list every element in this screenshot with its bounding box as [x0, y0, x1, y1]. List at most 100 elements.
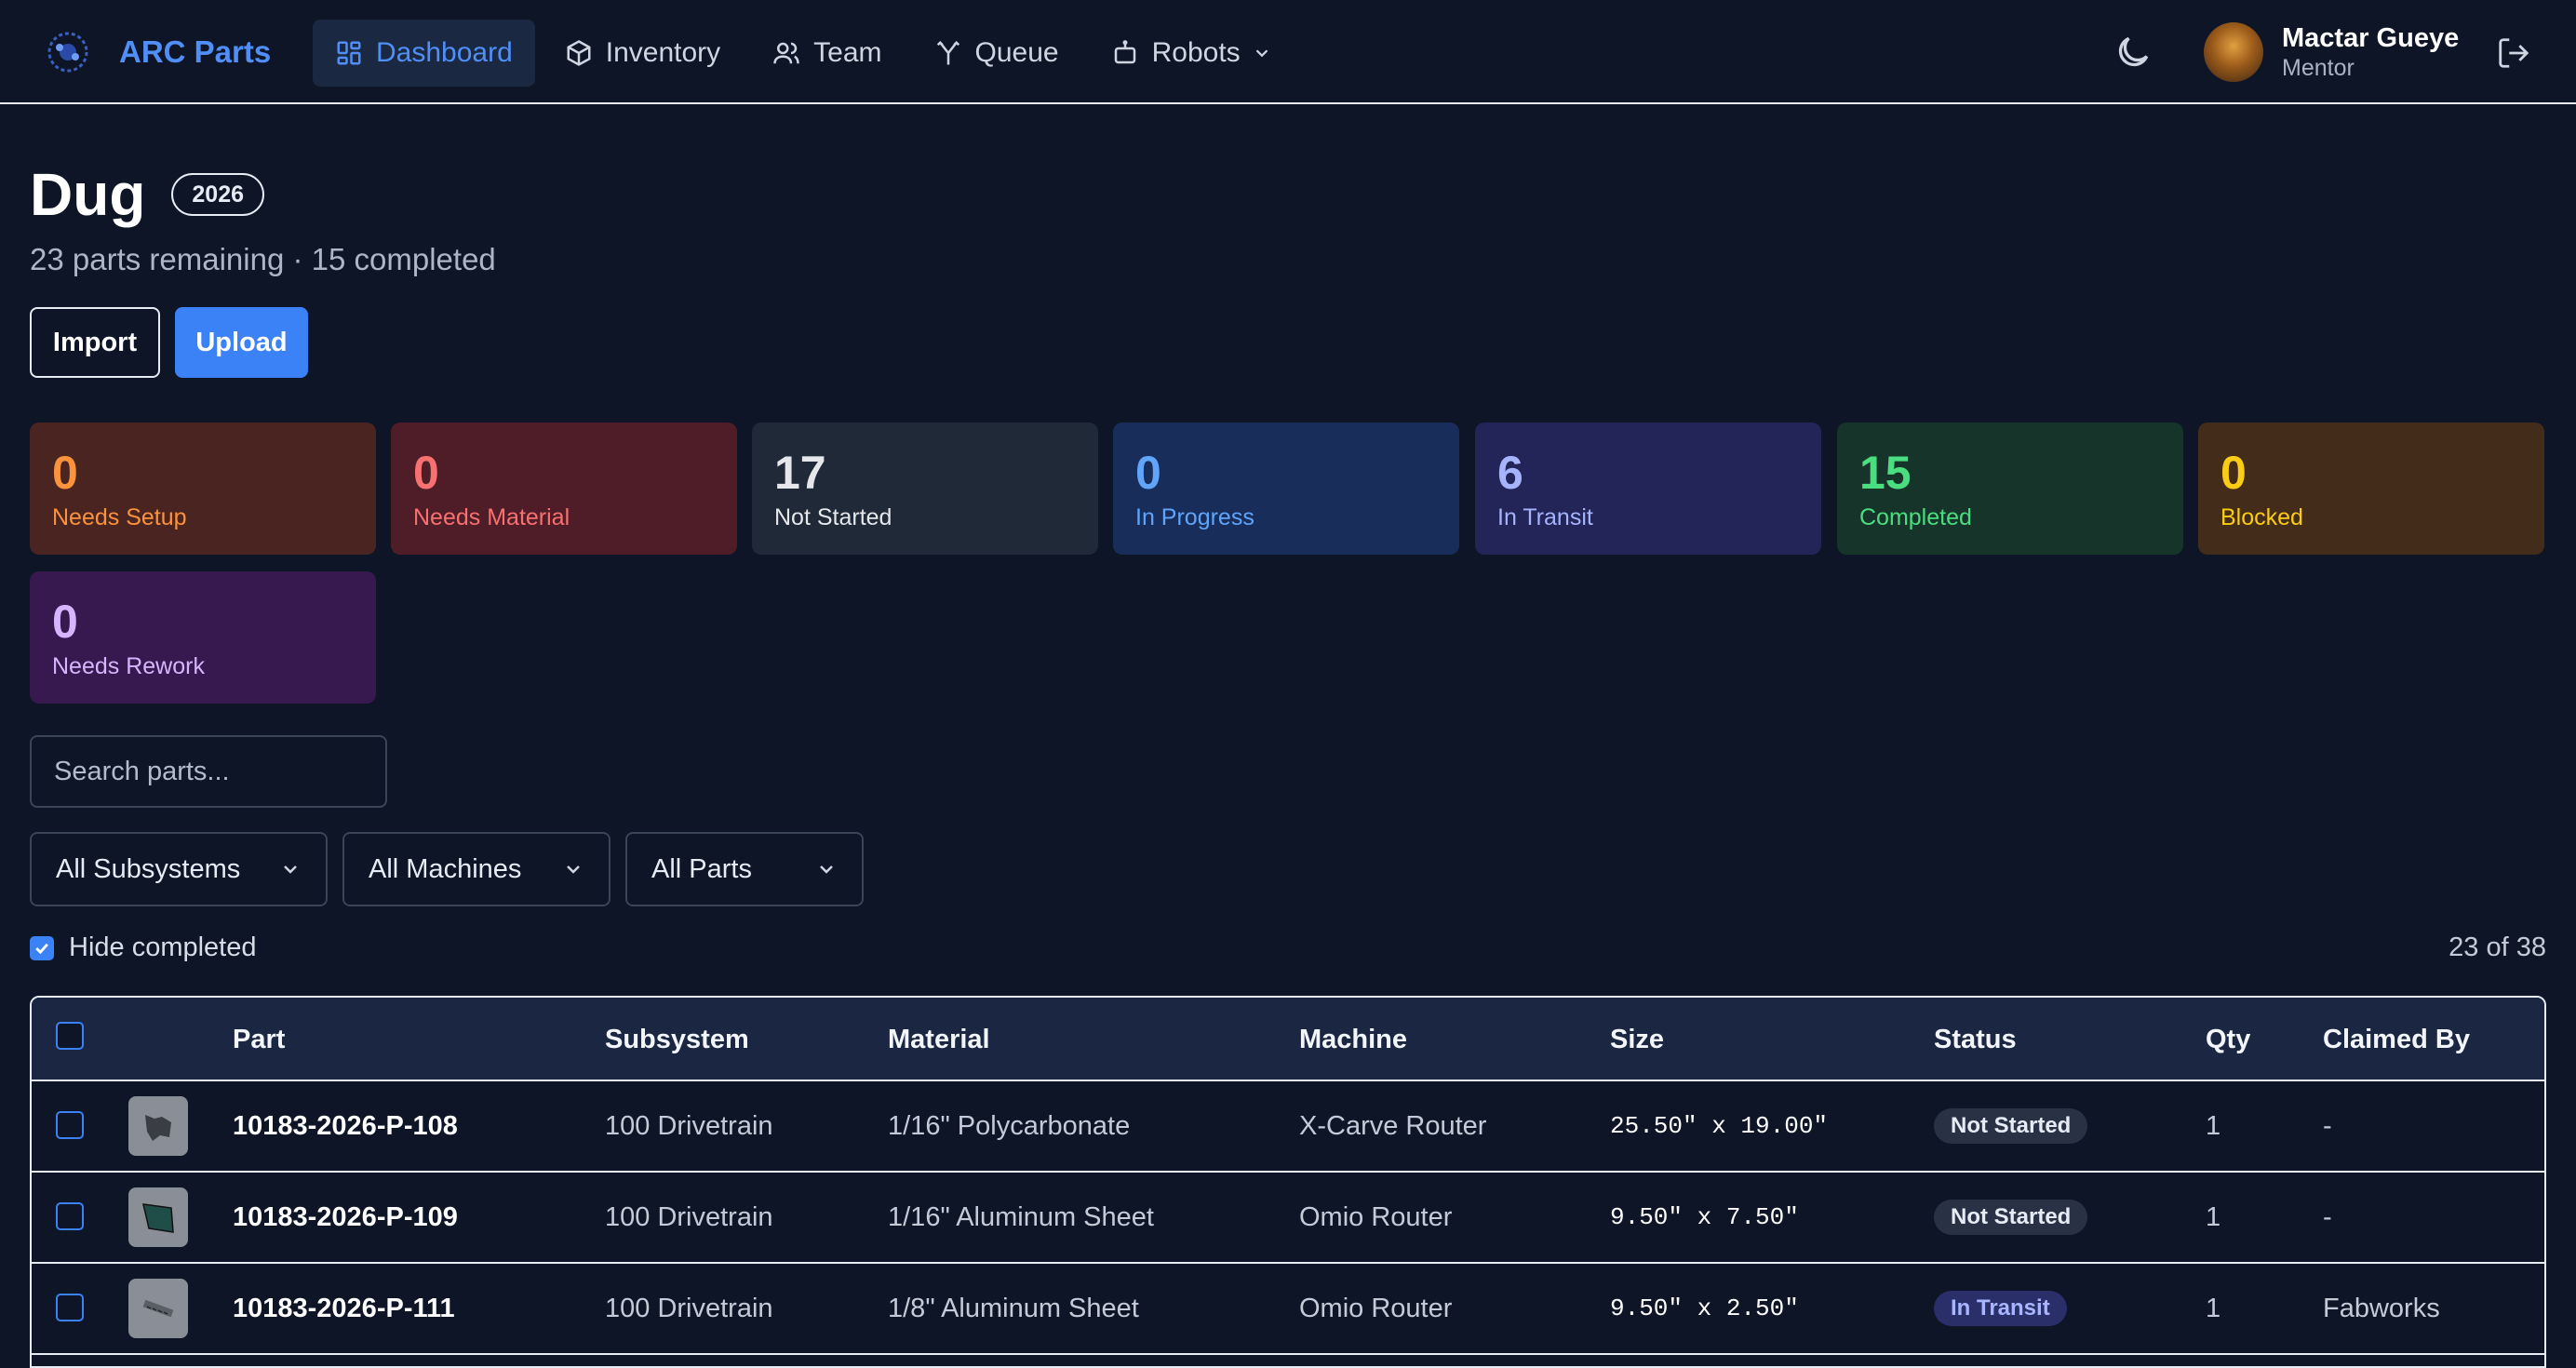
select-all-checkbox[interactable] — [56, 1022, 84, 1050]
qty-cell: 1 — [2206, 1111, 2221, 1141]
status-card-value: 0 — [52, 447, 78, 499]
box-icon — [567, 40, 591, 66]
brand[interactable]: ARC Parts — [41, 22, 271, 82]
status-card-label: In Transit — [1497, 504, 1593, 530]
part-thumbnail[interactable] — [128, 1187, 188, 1247]
status-card-value: 6 — [1497, 447, 1523, 499]
column-header-status[interactable]: Status — [1934, 998, 2017, 1081]
subsystem-cell: 100 Drivetrain — [605, 1294, 773, 1323]
subsystem-cell: 100 Drivetrain — [605, 1111, 773, 1141]
table-row[interactable]: 10183-2026-P-111 100 Drivetrain 1/8" Alumi… — [32, 1264, 2544, 1355]
page-title-row: Dug 2026 — [30, 160, 265, 229]
top-navbar: ARC Parts Dashboard Inventory Team Queue… — [0, 0, 2576, 104]
status-card-needs-rework[interactable]: 0 Needs Rework — [30, 571, 376, 704]
chevron-down-icon — [1255, 49, 1268, 58]
queue-icon — [936, 40, 959, 65]
status-badge: Not Started — [1934, 1108, 2088, 1144]
part-number[interactable]: 10183-2026-P-108 — [233, 1081, 458, 1171]
subsystem-cell: 100 Drivetrain — [605, 1202, 773, 1232]
search-input[interactable] — [30, 735, 387, 808]
machine-cell: X-Carve Router — [1299, 1111, 1487, 1141]
column-header-size[interactable]: Size — [1610, 998, 1664, 1081]
qty-cell: 1 — [2206, 1202, 2221, 1232]
status-card-needs-material[interactable]: 0 Needs Material — [391, 422, 737, 555]
nav-team[interactable]: Team — [750, 20, 904, 87]
status-card-in-progress[interactable]: 0 In Progress — [1113, 422, 1459, 555]
parts-select-value: All Parts — [651, 853, 752, 884]
hide-completed-checkbox[interactable] — [30, 935, 54, 960]
status-badge: Not Started — [1934, 1200, 2088, 1235]
team-logo-icon — [47, 32, 88, 73]
status-card-label: Blocked — [2220, 504, 2303, 530]
size-cell: 9.50" x 7.50" — [1610, 1203, 1799, 1231]
part-number[interactable]: 10183-2026-P-109 — [233, 1173, 458, 1262]
row-checkbox[interactable] — [56, 1294, 84, 1321]
main-nav: Dashboard Inventory Team Queue Robots — [313, 20, 1302, 87]
page-subtitle: 23 parts remaining · 15 completed — [30, 242, 496, 276]
nav-robots[interactable]: Robots — [1089, 20, 1295, 87]
status-card-not-started[interactable]: 17 Not Started — [752, 422, 1098, 555]
users-icon — [773, 42, 799, 64]
nav-queue[interactable]: Queue — [912, 20, 1081, 87]
parts-table: Part Subsystem Material Machine Size Sta… — [30, 996, 2546, 1368]
claimed-by-cell: Fabworks — [2323, 1294, 2440, 1323]
nav-dashboard-label: Dashboard — [376, 37, 513, 68]
status-card-label: Not Started — [774, 504, 892, 530]
table-row[interactable]: 10183-2026-P-108 100 Drivetrain 1/16" Poly… — [32, 1081, 2544, 1173]
column-header-subsystem[interactable]: Subsystem — [605, 998, 749, 1081]
user-role: Mentor — [2282, 55, 2355, 81]
machine-cell: Omio Router — [1299, 1294, 1453, 1323]
part-thumbnail[interactable] — [128, 1279, 188, 1338]
logout-icon[interactable] — [2496, 35, 2531, 71]
user-name: Mactar Gueye — [2282, 23, 2460, 53]
table-row[interactable]: 10183-2026-P-109 100 Drivetrain 1/16" Alum… — [32, 1173, 2544, 1264]
user-menu[interactable]: Mactar Gueye Mentor — [2204, 22, 2459, 82]
status-card-completed[interactable]: 15 Completed — [1837, 422, 2183, 555]
status-card-label: Needs Rework — [52, 653, 205, 679]
column-header-material[interactable]: Material — [888, 998, 990, 1081]
part-thumbnail[interactable] — [128, 1096, 188, 1156]
import-button[interactable]: Import — [30, 307, 160, 378]
status-card-in-transit[interactable]: 6 In Transit — [1475, 422, 1821, 555]
page-title: Dug — [30, 161, 146, 228]
chevron-down-icon — [820, 865, 833, 874]
status-card-value: 0 — [413, 447, 439, 499]
upload-button[interactable]: Upload — [175, 307, 308, 378]
parts-select[interactable]: All Parts — [625, 832, 864, 906]
status-card-needs-setup[interactable]: 0 Needs Setup — [30, 422, 376, 555]
size-cell: 25.50" x 19.00" — [1610, 1112, 1829, 1140]
size-cell: 9.50" x 2.50" — [1610, 1294, 1799, 1322]
column-header-machine[interactable]: Machine — [1299, 998, 1407, 1081]
claimed-by-cell: - — [2323, 1202, 2332, 1232]
row-checkbox[interactable] — [56, 1111, 84, 1139]
column-header-claimed-by[interactable]: Claimed By — [2323, 998, 2470, 1081]
check-icon — [35, 943, 48, 954]
table-header: Part Subsystem Material Machine Size Sta… — [32, 998, 2544, 1081]
nav-inventory[interactable]: Inventory — [543, 20, 743, 87]
column-header-qty[interactable]: Qty — [2206, 998, 2250, 1081]
machine-select[interactable]: All Machines — [342, 832, 610, 906]
machine-cell: Omio Router — [1299, 1202, 1453, 1232]
part-number[interactable]: 10183-2026-P-111 — [233, 1264, 455, 1353]
status-card-label: In Progress — [1135, 504, 1254, 530]
nav-inventory-label: Inventory — [605, 37, 721, 68]
moon-icon[interactable] — [2113, 32, 2153, 73]
material-cell: 1/16" Aluminum Sheet — [888, 1202, 1154, 1232]
nav-robots-label: Robots — [1151, 37, 1241, 68]
table-body: 10183-2026-P-108 100 Drivetrain 1/16" Poly… — [32, 1081, 2544, 1355]
avatar — [2204, 22, 2263, 82]
nav-dashboard[interactable]: Dashboard — [313, 20, 535, 87]
row-checkbox[interactable] — [56, 1202, 84, 1230]
column-header-part[interactable]: Part — [233, 998, 285, 1081]
brand-name: ARC Parts — [119, 34, 272, 69]
status-card-label: Needs Material — [413, 504, 570, 530]
status-card-label: Completed — [1859, 504, 1972, 530]
subsystem-select[interactable]: All Subsystems — [30, 832, 328, 906]
status-card-value: 17 — [774, 447, 826, 499]
status-card-value: 15 — [1859, 447, 1912, 499]
claimed-by-cell: - — [2323, 1111, 2332, 1141]
hide-completed-toggle[interactable]: Hide completed — [30, 932, 257, 963]
qty-cell: 1 — [2206, 1294, 2221, 1323]
status-card-blocked[interactable]: 0 Blocked — [2198, 422, 2544, 555]
nav-team-label: Team — [813, 37, 882, 68]
